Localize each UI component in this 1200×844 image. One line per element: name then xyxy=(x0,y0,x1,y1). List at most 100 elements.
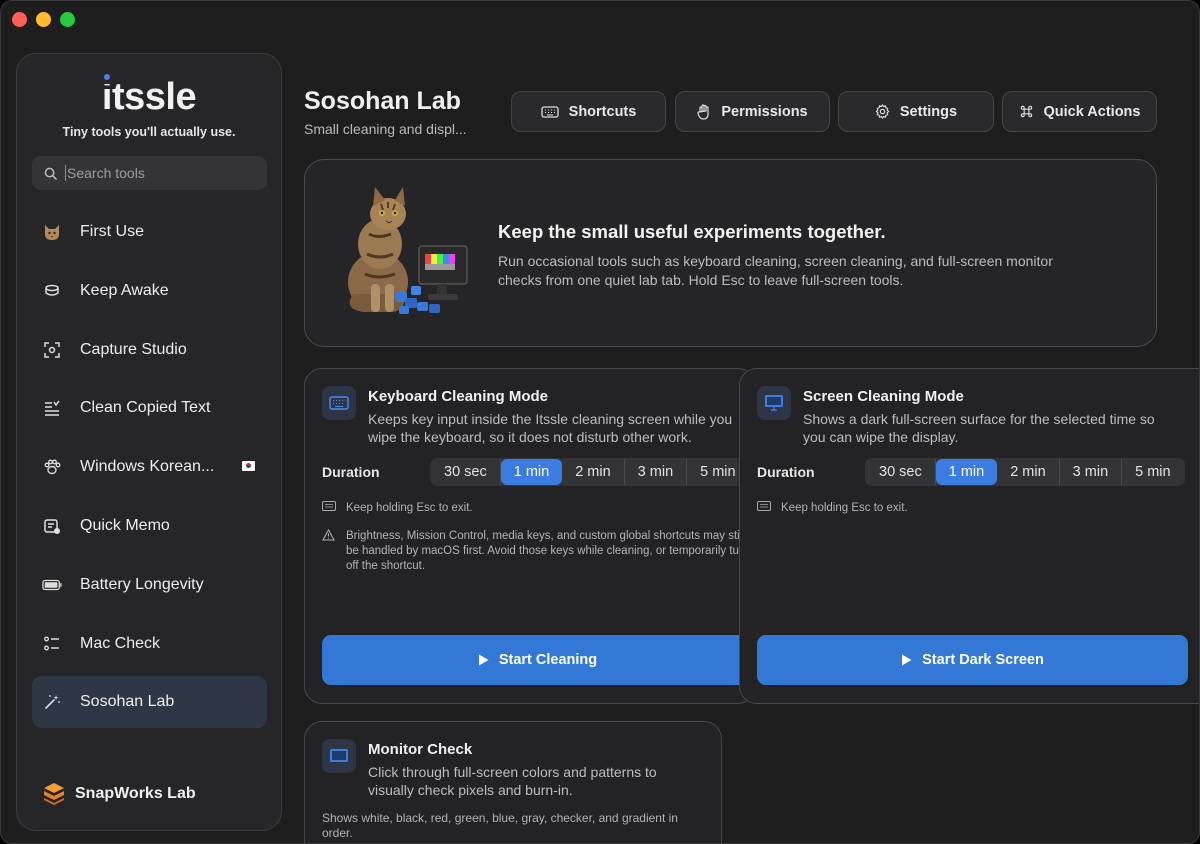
screenshot-icon xyxy=(42,340,62,360)
sidebar-item-label: Windows Korean... xyxy=(80,458,215,476)
sidebar-item-mac-check[interactable]: Mac Check xyxy=(32,618,267,670)
sidebar-item-label: Capture Studio xyxy=(80,340,187,358)
sidebar-item-capture-studio[interactable]: Capture Studio xyxy=(32,324,267,376)
keyboard-icon xyxy=(322,501,336,516)
cat-icon xyxy=(42,222,62,242)
duration-label: Duration xyxy=(322,464,380,480)
command-icon xyxy=(1020,105,1032,118)
duration-segmented-control: 30 sec 1 min 2 min 3 min 5 min xyxy=(430,458,750,486)
korean-flag-icon xyxy=(242,461,255,472)
text-clean-icon xyxy=(42,398,62,418)
start-dark-screen-button[interactable]: Start Dark Screen xyxy=(757,635,1188,685)
close-window-button[interactable] xyxy=(12,12,27,27)
duration-label: Duration xyxy=(757,464,815,480)
hero-title: Keep the small useful experiments togeth… xyxy=(498,221,886,242)
monitor-note-text: Shows white, black, red, green, blue, gr… xyxy=(322,811,678,840)
sidebar-item-label: First Use xyxy=(80,223,144,240)
sidebar: itssle Tiny tools you'll actually use. F… xyxy=(16,53,282,831)
sidebar-item-sosohan-lab[interactable]: Sosohan Lab xyxy=(32,676,267,729)
sidebar-item-label: Quick Memo xyxy=(80,516,170,534)
battery-icon xyxy=(42,575,62,595)
quick-actions-label: Quick Actions xyxy=(1043,103,1141,120)
permissions-button[interactable]: Permissions xyxy=(675,91,830,132)
gear-icon xyxy=(875,104,890,119)
sidebar-item-windows-korean[interactable]: Windows Korean... xyxy=(32,441,267,493)
esc-note-text: Keep holding Esc to exit. xyxy=(781,502,908,514)
snapworks-logo-icon xyxy=(44,783,64,805)
search-icon xyxy=(44,167,57,180)
brand-name: SnapWorks Lab xyxy=(75,785,196,802)
sidebar-nav: First Use Keep Awake Capture Studio Clea… xyxy=(32,206,267,735)
search-input[interactable] xyxy=(65,165,245,181)
quick-actions-button[interactable]: Quick Actions xyxy=(1002,91,1157,132)
duration-option[interactable]: 5 min xyxy=(1122,459,1183,485)
sidebar-item-label: Battery Longevity xyxy=(80,575,204,593)
keyboard-icon xyxy=(322,386,356,420)
start-cleaning-label: Start Cleaning xyxy=(498,652,598,668)
window-controls xyxy=(12,12,75,27)
duration-option[interactable]: 2 min xyxy=(997,459,1060,485)
paw-icon xyxy=(42,457,62,477)
duration-option-selected[interactable]: 1 min xyxy=(500,459,563,485)
app-logo-text: itssle xyxy=(101,76,197,118)
esc-note-text: Keep holding Esc to exit. xyxy=(346,502,473,514)
memo-icon xyxy=(42,516,62,536)
sidebar-item-battery-longevity[interactable]: Battery Longevity xyxy=(32,559,267,611)
warning-note: Brightness, Mission Control, media keys,… xyxy=(322,528,752,574)
card-title: Keyboard Cleaning Mode xyxy=(368,388,549,405)
sidebar-item-first-use[interactable]: First Use xyxy=(32,206,267,258)
card-title: Monitor Check xyxy=(368,741,473,758)
card-description: Shows a dark full-screen surface for the… xyxy=(803,411,1155,445)
brand-footer[interactable]: SnapWorks Lab xyxy=(43,782,196,806)
duration-option[interactable]: 30 sec xyxy=(431,459,501,485)
app-tagline: Tiny tools you'll actually use. xyxy=(62,125,236,139)
hand-icon xyxy=(697,103,709,120)
permissions-label: Permissions xyxy=(721,103,808,120)
warning-icon xyxy=(322,528,336,574)
keyboard-cleaning-card: Keyboard Cleaning Mode Keeps key input i… xyxy=(304,368,756,704)
card-title: Screen Cleaning Mode xyxy=(803,388,964,405)
esc-note: Keep holding Esc to exit. xyxy=(322,501,473,516)
sidebar-item-quick-memo[interactable]: Quick Memo xyxy=(32,500,267,552)
shortcuts-label: Shortcuts xyxy=(568,103,637,120)
cat-with-keyboard-illustration xyxy=(348,187,468,314)
minimize-window-button[interactable] xyxy=(36,12,51,27)
app-window: itssle Tiny tools you'll actually use. F… xyxy=(0,0,1200,844)
duration-option[interactable]: 30 sec xyxy=(866,459,936,485)
esc-note: Keep holding Esc to exit. xyxy=(757,501,908,516)
zoom-window-button[interactable] xyxy=(60,12,75,27)
card-description: Keeps key input inside the Itssle cleani… xyxy=(368,411,733,445)
warning-note-text: Brightness, Mission Control, media keys,… xyxy=(346,530,750,572)
hero-description: Run occasional tools such as keyboard cl… xyxy=(498,253,1053,288)
search-box[interactable] xyxy=(32,156,267,190)
duration-option-selected[interactable]: 1 min xyxy=(935,459,998,485)
sidebar-item-label: Keep Awake xyxy=(80,281,169,299)
start-dark-screen-label: Start Dark Screen xyxy=(922,652,1044,668)
duration-segmented-control: 30 sec 1 min 2 min 3 min 5 min xyxy=(865,458,1185,486)
play-icon xyxy=(902,654,912,666)
sidebar-item-label: Sosohan Lab xyxy=(80,693,175,711)
logo-dot xyxy=(103,74,110,80)
page-title: Sosohan Lab xyxy=(304,87,461,115)
shortcuts-button[interactable]: Shortcuts xyxy=(511,91,666,132)
sidebar-item-clean-copied-text[interactable]: Clean Copied Text xyxy=(32,382,267,434)
monitor-icon xyxy=(322,739,356,773)
sidebar-item-label: Mac Check xyxy=(80,634,161,652)
hero-card: Keep the small useful experiments togeth… xyxy=(304,159,1157,347)
monitor-check-card: Monitor Check Click through full-screen … xyxy=(304,721,722,843)
settings-label: Settings xyxy=(899,103,958,120)
settings-button[interactable]: Settings xyxy=(838,91,994,132)
duration-option[interactable]: 3 min xyxy=(625,459,688,485)
start-cleaning-button[interactable]: Start Cleaning xyxy=(322,635,753,685)
sidebar-item-keep-awake[interactable]: Keep Awake xyxy=(32,265,267,317)
duration-option[interactable]: 3 min xyxy=(1060,459,1123,485)
sidebar-item-label: Clean Copied Text xyxy=(80,399,211,417)
display-icon xyxy=(757,386,791,420)
screen-cleaning-card: Screen Cleaning Mode Shows a dark full-s… xyxy=(739,368,1199,704)
keyboard-icon xyxy=(757,501,771,516)
app-logo: itssle xyxy=(101,74,197,119)
magic-wand-icon xyxy=(42,692,62,712)
duration-option[interactable]: 2 min xyxy=(562,459,625,485)
play-icon xyxy=(478,654,489,666)
monitor-note: Shows white, black, red, green, blue, gr… xyxy=(322,811,707,841)
